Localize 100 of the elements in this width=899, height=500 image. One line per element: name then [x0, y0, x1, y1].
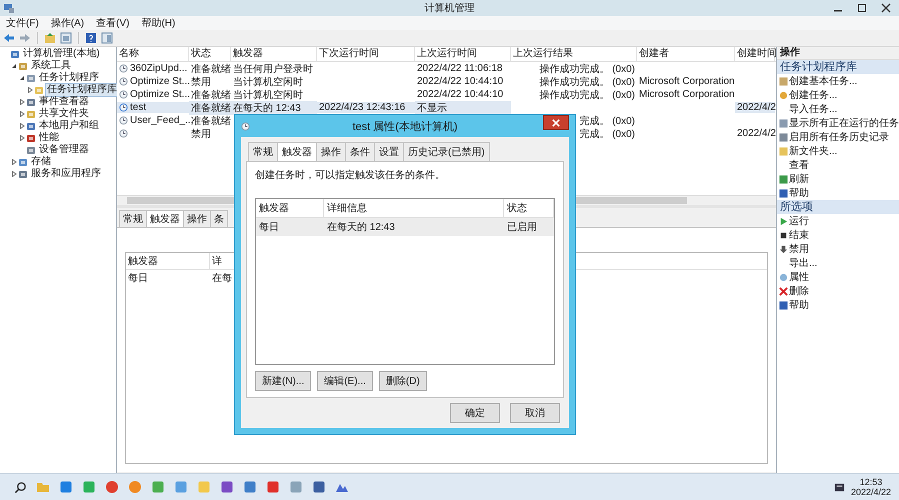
collapsed-arrow-icon[interactable]: [11, 171, 17, 177]
action-link[interactable]: 创建基本任务...: [789, 74, 858, 88]
tree-item[interactable]: 服务和应用程序: [30, 168, 102, 180]
tab[interactable]: 条: [210, 210, 228, 227]
table-cell-text: 2022/4/22 10:44:10: [416, 76, 504, 87]
collapsed-arrow-icon[interactable]: [19, 99, 25, 105]
tab[interactable]: 设置: [374, 142, 404, 161]
action-link[interactable]: 启用所有任务历史记录: [789, 130, 889, 144]
app-icon[interactable]: [59, 480, 73, 494]
table-cell: 不显示: [415, 100, 511, 114]
tab[interactable]: 触发器: [146, 210, 184, 227]
column-header[interactable]: 触发器: [126, 253, 210, 269]
action-link[interactable]: 刷新: [789, 172, 809, 186]
back-icon[interactable]: [3, 32, 15, 44]
panel-icon[interactable]: [101, 32, 113, 44]
table-cell: Optimize St...: [130, 76, 190, 87]
panel-icon[interactable]: [60, 32, 72, 44]
close-icon[interactable]: [881, 3, 891, 13]
action-link[interactable]: 运行: [789, 214, 809, 228]
column-header[interactable]: 下次运行时间: [317, 47, 415, 61]
menu-item[interactable]: 查看(V): [96, 16, 130, 30]
section-header[interactable]: 所选项: [777, 200, 899, 214]
search-icon[interactable]: [14, 480, 27, 494]
close-button[interactable]: [543, 115, 569, 130]
action-link[interactable]: 导入任务...: [789, 102, 838, 116]
tab[interactable]: 常规: [119, 210, 147, 227]
action-link[interactable]: 帮助: [789, 186, 809, 200]
column-header[interactable]: 触发器: [256, 199, 324, 217]
collapsed-arrow-icon[interactable]: [19, 135, 25, 141]
notification-icon[interactable]: [834, 482, 845, 492]
action-link[interactable]: 帮助: [789, 298, 809, 312]
expanded-arrow-icon[interactable]: [19, 75, 25, 81]
tab[interactable]: 历史记录(已禁用): [403, 142, 490, 161]
trigger-row[interactable]: 每日 在每天的 12:43 已启用: [256, 218, 554, 236]
action-link[interactable]: 查看: [789, 158, 809, 172]
collapsed-arrow-icon[interactable]: [27, 87, 33, 93]
tab[interactable]: 操作: [183, 210, 211, 227]
column-header[interactable]: 创建时间: [735, 47, 775, 61]
tree-item[interactable]: 设备管理器: [38, 144, 90, 156]
tree-item[interactable]: 性能: [38, 132, 60, 144]
menu-item[interactable]: 帮助(H): [141, 16, 176, 30]
column-header[interactable]: 创建者: [637, 47, 735, 61]
folder-up-icon[interactable]: [44, 32, 56, 44]
window-title: 计算机管理: [424, 2, 474, 15]
tree-item[interactable]: 存储: [30, 156, 52, 168]
action-link[interactable]: 禁用: [789, 242, 809, 256]
column-header[interactable]: 状态: [504, 199, 554, 217]
maximize-icon[interactable]: [857, 3, 867, 13]
column-header[interactable]: 状态: [189, 47, 231, 61]
tree-item[interactable]: 系统工具: [30, 60, 72, 72]
action-link[interactable]: 创建任务...: [789, 88, 838, 102]
tree-item[interactable]: 事件查看器: [38, 96, 90, 108]
collapsed-arrow-icon[interactable]: [19, 123, 25, 129]
tab[interactable]: 条件: [345, 142, 375, 161]
tree-item[interactable]: 计算机管理(本地): [22, 48, 101, 60]
action-button[interactable]: 删除(D): [378, 371, 427, 391]
dialog-button[interactable]: 取消: [510, 403, 560, 423]
tree-item[interactable]: 任务计划程序: [38, 72, 100, 84]
column-header[interactable]: 上次运行结果: [511, 47, 637, 61]
tree-item[interactable]: 本地用户和组: [38, 120, 100, 132]
menu-item[interactable]: 操作(A): [50, 16, 84, 30]
action-link[interactable]: 导出...: [789, 256, 818, 270]
tab[interactable]: 操作: [316, 142, 346, 161]
collapsed-arrow-icon[interactable]: [11, 159, 17, 165]
app-icon[interactable]: [174, 480, 188, 494]
app-icon[interactable]: [243, 480, 257, 494]
action-link[interactable]: 结束: [789, 228, 809, 242]
panel-title: 操作: [777, 47, 899, 60]
tree-item[interactable]: 任务计划程序库: [46, 84, 118, 96]
table-cell: Optimize St...: [130, 89, 190, 100]
tab[interactable]: 常规: [248, 142, 278, 161]
dialog-button[interactable]: 确定: [450, 403, 500, 423]
app-icon[interactable]: [220, 480, 234, 494]
action-link[interactable]: 删除: [789, 284, 809, 298]
tab[interactable]: 触发器: [277, 142, 317, 161]
column-header[interactable]: 详细信息: [324, 199, 504, 217]
expanded-arrow-icon[interactable]: [11, 63, 17, 69]
action-link[interactable]: 显示所有正在运行的任务: [789, 116, 899, 130]
app-icon[interactable]: [266, 480, 280, 494]
action-button[interactable]: 编辑(E)...: [317, 371, 373, 391]
section-header[interactable]: 任务计划程序库: [777, 60, 899, 74]
table-cell-text: 操作成功完成。 (0x0): [539, 88, 635, 102]
browser-icon[interactable]: [105, 480, 119, 494]
tree-item[interactable]: 共享文件夹: [38, 108, 90, 120]
column-header[interactable]: 名称: [117, 47, 189, 61]
column-header[interactable]: 上次运行时间: [415, 47, 511, 61]
dialog-title: test 属性(本地计算机): [352, 120, 458, 134]
action-link[interactable]: 新文件夹...: [789, 144, 838, 158]
action-button[interactable]: 新建(N)...: [255, 371, 312, 391]
menu-item[interactable]: 文件(F): [6, 16, 39, 30]
action-link[interactable]: 属性: [789, 270, 809, 284]
table-cell: 2022/4/23 12:43:16: [317, 102, 415, 113]
clock-date[interactable]: 2022/4/22: [850, 487, 891, 497]
collapsed-arrow-icon[interactable]: [19, 111, 25, 117]
column-header[interactable]: 触发器: [231, 47, 317, 61]
table-cell-text: 在每天的 12:43: [326, 221, 396, 235]
app-icon[interactable]: [151, 480, 165, 494]
table-cell-text: 操作成功完成。 (0x0): [539, 76, 635, 88]
clock-time[interactable]: 12:53: [860, 477, 882, 487]
column-header[interactable]: 详: [210, 253, 224, 269]
